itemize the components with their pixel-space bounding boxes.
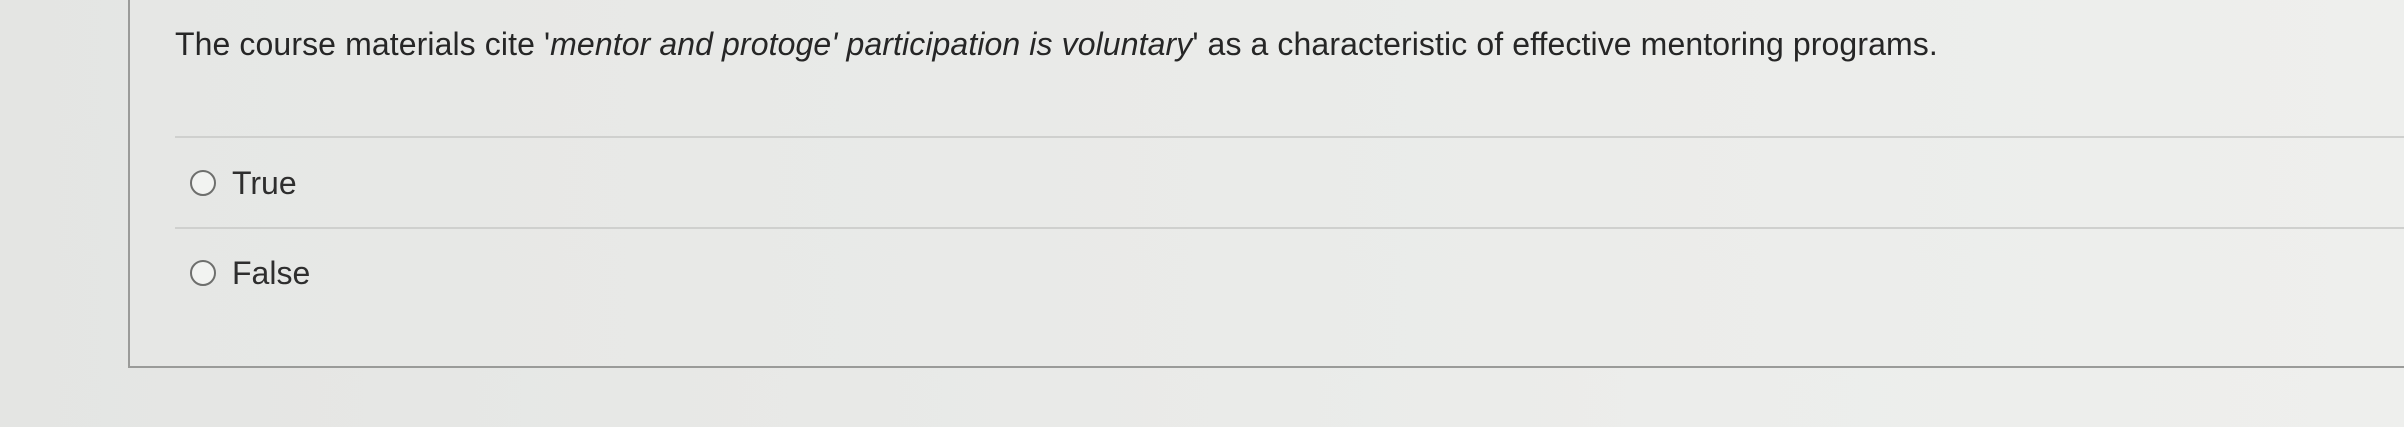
question-text: The course materials cite 'mentor and pr… [175,24,1938,64]
question-quoted-text: mentor and protoge' participation is vol… [550,26,1193,62]
option-false[interactable]: False [190,253,310,293]
option-label-true: True [232,165,297,201]
option-true[interactable]: True [190,163,297,203]
question-suffix: ' as a characteristic of effective mento… [1192,26,1938,62]
question-card: The course materials cite 'mentor and pr… [128,0,2404,368]
question-prefix: The course materials cite ' [175,26,551,62]
radio-button-false[interactable] [190,260,216,286]
divider [175,227,2404,229]
divider [175,136,2404,138]
radio-button-true[interactable] [190,170,216,196]
option-label-false: False [232,255,311,291]
